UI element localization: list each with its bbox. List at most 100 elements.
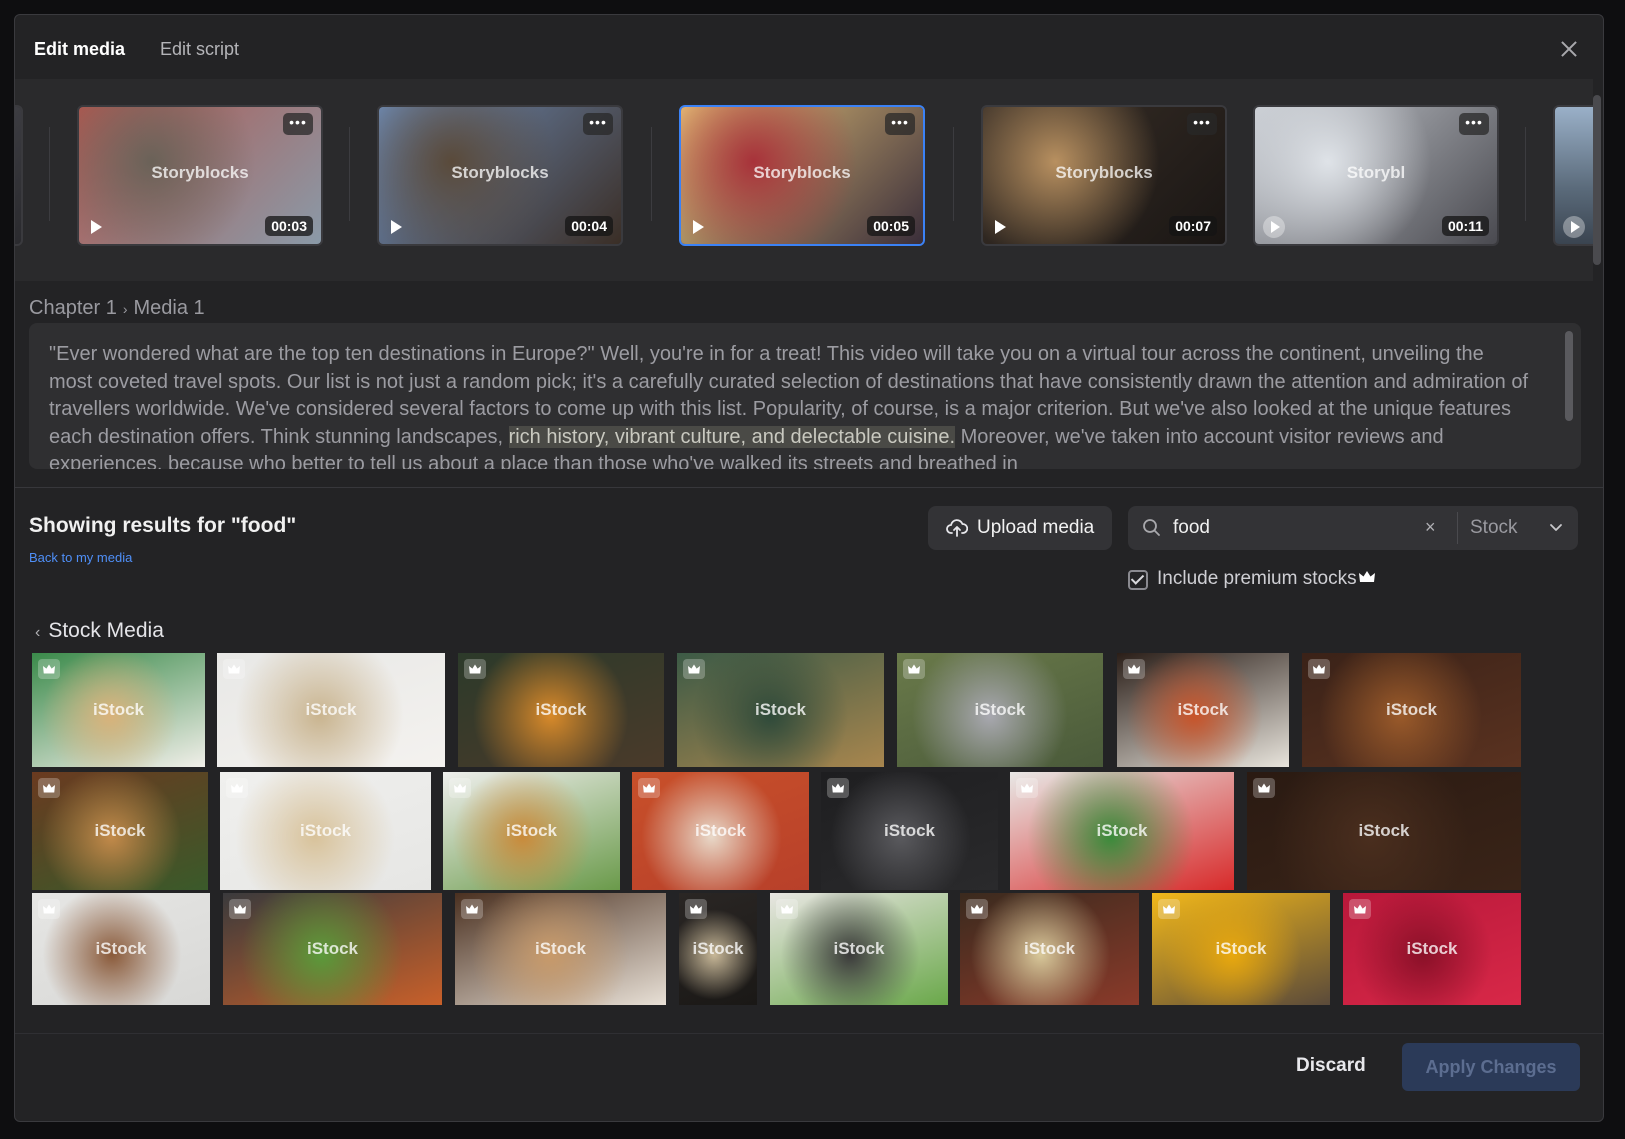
more-options-icon[interactable]: ••• bbox=[885, 113, 915, 135]
crown-icon bbox=[908, 664, 920, 674]
stock-media-tile[interactable]: iStock bbox=[897, 653, 1103, 767]
upload-media-button[interactable]: Upload media bbox=[928, 506, 1112, 550]
stock-media-section-header[interactable]: ‹ Stock Media bbox=[35, 619, 164, 643]
apply-changes-button[interactable]: Apply Changes bbox=[1402, 1043, 1580, 1091]
scene-watermark: Storyblocks bbox=[151, 163, 249, 182]
stock-media-tile[interactable]: iStock bbox=[679, 893, 757, 1005]
crown-icon bbox=[690, 904, 702, 914]
crown-icon bbox=[1021, 783, 1033, 793]
stock-media-tile[interactable]: iStock bbox=[1302, 653, 1521, 767]
crown-icon bbox=[234, 904, 246, 914]
script-scrollbar[interactable] bbox=[1565, 331, 1573, 421]
crown-icon bbox=[231, 783, 243, 793]
stock-watermark: iStock bbox=[534, 939, 587, 958]
stock-media-tile[interactable]: iStock bbox=[217, 653, 445, 767]
script-text-box[interactable]: "Ever wondered what are the top ten dest… bbox=[29, 323, 1581, 469]
crown-icon bbox=[43, 664, 55, 674]
search-input[interactable]: food bbox=[1173, 517, 1210, 539]
tab-edit-script[interactable]: Edit script bbox=[160, 39, 239, 60]
stock-media-tile[interactable]: iStock bbox=[1010, 772, 1234, 890]
scene-watermark: Storybl bbox=[1346, 163, 1406, 182]
play-icon[interactable] bbox=[1263, 216, 1285, 238]
scene-thumbnail-partial-right[interactable] bbox=[1553, 105, 1593, 246]
dialog-scrollbar[interactable] bbox=[1593, 95, 1601, 265]
stock-watermark: iStock bbox=[694, 821, 747, 840]
stock-media-tile[interactable]: iStock bbox=[32, 653, 205, 767]
crown-icon bbox=[1128, 664, 1140, 674]
stock-media-tile[interactable]: iStock bbox=[1343, 893, 1521, 1005]
scene-filmstrip[interactable]: Storyblocks ••• 00:03 Storyblocks ••• 00… bbox=[15, 79, 1593, 281]
search-icon bbox=[1143, 519, 1160, 536]
stock-watermark: iStock bbox=[1096, 821, 1148, 840]
stock-media-tile[interactable]: iStock bbox=[1247, 772, 1521, 890]
crown-icon bbox=[43, 783, 55, 793]
stock-media-tile[interactable]: iStock bbox=[455, 893, 666, 1005]
discard-button[interactable]: Discard bbox=[1296, 1055, 1366, 1077]
stock-media-tile[interactable]: iStock bbox=[32, 893, 210, 1005]
play-icon[interactable] bbox=[391, 220, 402, 234]
stock-watermark: iStock bbox=[305, 700, 357, 719]
stock-watermark: iStock bbox=[94, 821, 146, 840]
scene-thumbnail[interactable]: Storyblocks ••• 00:04 bbox=[377, 105, 623, 246]
stock-media-tile[interactable]: iStock bbox=[223, 893, 442, 1005]
scene-duration: 00:05 bbox=[867, 216, 915, 236]
stock-watermark: iStock bbox=[1177, 700, 1229, 719]
stock-media-tile[interactable]: iStock bbox=[443, 772, 620, 890]
stock-media-tile[interactable]: iStock bbox=[220, 772, 431, 890]
scene-divider bbox=[349, 127, 350, 221]
scene-duration: 00:03 bbox=[265, 216, 313, 236]
back-to-my-media-link[interactable]: Back to my media bbox=[29, 550, 132, 565]
stock-media-tile[interactable]: iStock bbox=[632, 772, 809, 890]
premium-badge bbox=[685, 899, 707, 919]
source-filter-dropdown[interactable]: Stock bbox=[1470, 517, 1518, 539]
chevron-down-icon[interactable] bbox=[1548, 519, 1564, 535]
stock-watermark: iStock bbox=[754, 700, 807, 719]
more-options-icon[interactable]: ••• bbox=[1187, 113, 1217, 135]
edit-media-dialog: Edit media Edit script Storyblocks ••• 0… bbox=[14, 14, 1604, 1122]
premium-badge bbox=[464, 659, 486, 679]
play-icon[interactable] bbox=[995, 220, 1006, 234]
breadcrumb-chapter[interactable]: Chapter 1 bbox=[29, 297, 117, 319]
chevron-right-icon: › bbox=[122, 301, 128, 317]
tab-edit-media[interactable]: Edit media bbox=[34, 39, 125, 60]
crown-icon bbox=[454, 783, 466, 793]
play-icon[interactable] bbox=[1563, 216, 1585, 238]
stock-media-tile[interactable]: iStock bbox=[821, 772, 998, 890]
crown-icon bbox=[1313, 664, 1325, 674]
stock-media-tile[interactable]: iStock bbox=[677, 653, 884, 767]
premium-badge bbox=[1349, 899, 1371, 919]
premium-checkbox[interactable] bbox=[1128, 570, 1148, 590]
crown-icon bbox=[1163, 904, 1175, 914]
premium-badge bbox=[1308, 659, 1330, 679]
results-title: Showing results for "food" bbox=[29, 514, 297, 537]
stock-media-tile[interactable]: iStock bbox=[770, 893, 948, 1005]
scene-thumbnail[interactable]: Storyblocks ••• 00:07 bbox=[981, 105, 1227, 246]
clear-search-icon[interactable]: × bbox=[1425, 517, 1436, 538]
stock-media-tile[interactable]: iStock bbox=[1117, 653, 1289, 767]
stock-media-tile[interactable]: iStock bbox=[32, 772, 208, 890]
premium-badge bbox=[827, 778, 849, 798]
scene-thumbnail[interactable]: Storyblocks ••• 00:03 bbox=[77, 105, 323, 246]
script-highlight: rich history, vibrant culture, and delec… bbox=[508, 425, 956, 448]
chevron-left-icon[interactable]: ‹ bbox=[35, 624, 40, 641]
premium-badge bbox=[638, 778, 660, 798]
play-icon[interactable] bbox=[91, 220, 102, 234]
more-options-icon[interactable]: ••• bbox=[283, 113, 313, 135]
play-icon[interactable] bbox=[693, 220, 704, 234]
more-options-icon[interactable]: ••• bbox=[1459, 113, 1489, 135]
premium-badge bbox=[461, 899, 483, 919]
scene-thumbnail[interactable]: Storybl ••• 00:11 bbox=[1253, 105, 1499, 246]
stock-watermark: iStock bbox=[1023, 939, 1076, 958]
scene-thumbnail-selected[interactable]: Storyblocks ••• 00:05 bbox=[679, 105, 925, 246]
close-icon[interactable] bbox=[1557, 37, 1581, 61]
premium-badge bbox=[38, 899, 60, 919]
scene-thumbnail-partial-left[interactable] bbox=[15, 105, 23, 246]
scene-watermark: Storyblocks bbox=[753, 163, 851, 182]
premium-badge bbox=[38, 778, 60, 798]
crown-icon bbox=[643, 783, 655, 793]
stock-media-tile[interactable]: iStock bbox=[1152, 893, 1330, 1005]
stock-search-bar[interactable]: food × Stock bbox=[1128, 506, 1578, 550]
stock-media-tile[interactable]: iStock bbox=[960, 893, 1139, 1005]
stock-media-tile[interactable]: iStock bbox=[458, 653, 664, 767]
more-options-icon[interactable]: ••• bbox=[583, 113, 613, 135]
